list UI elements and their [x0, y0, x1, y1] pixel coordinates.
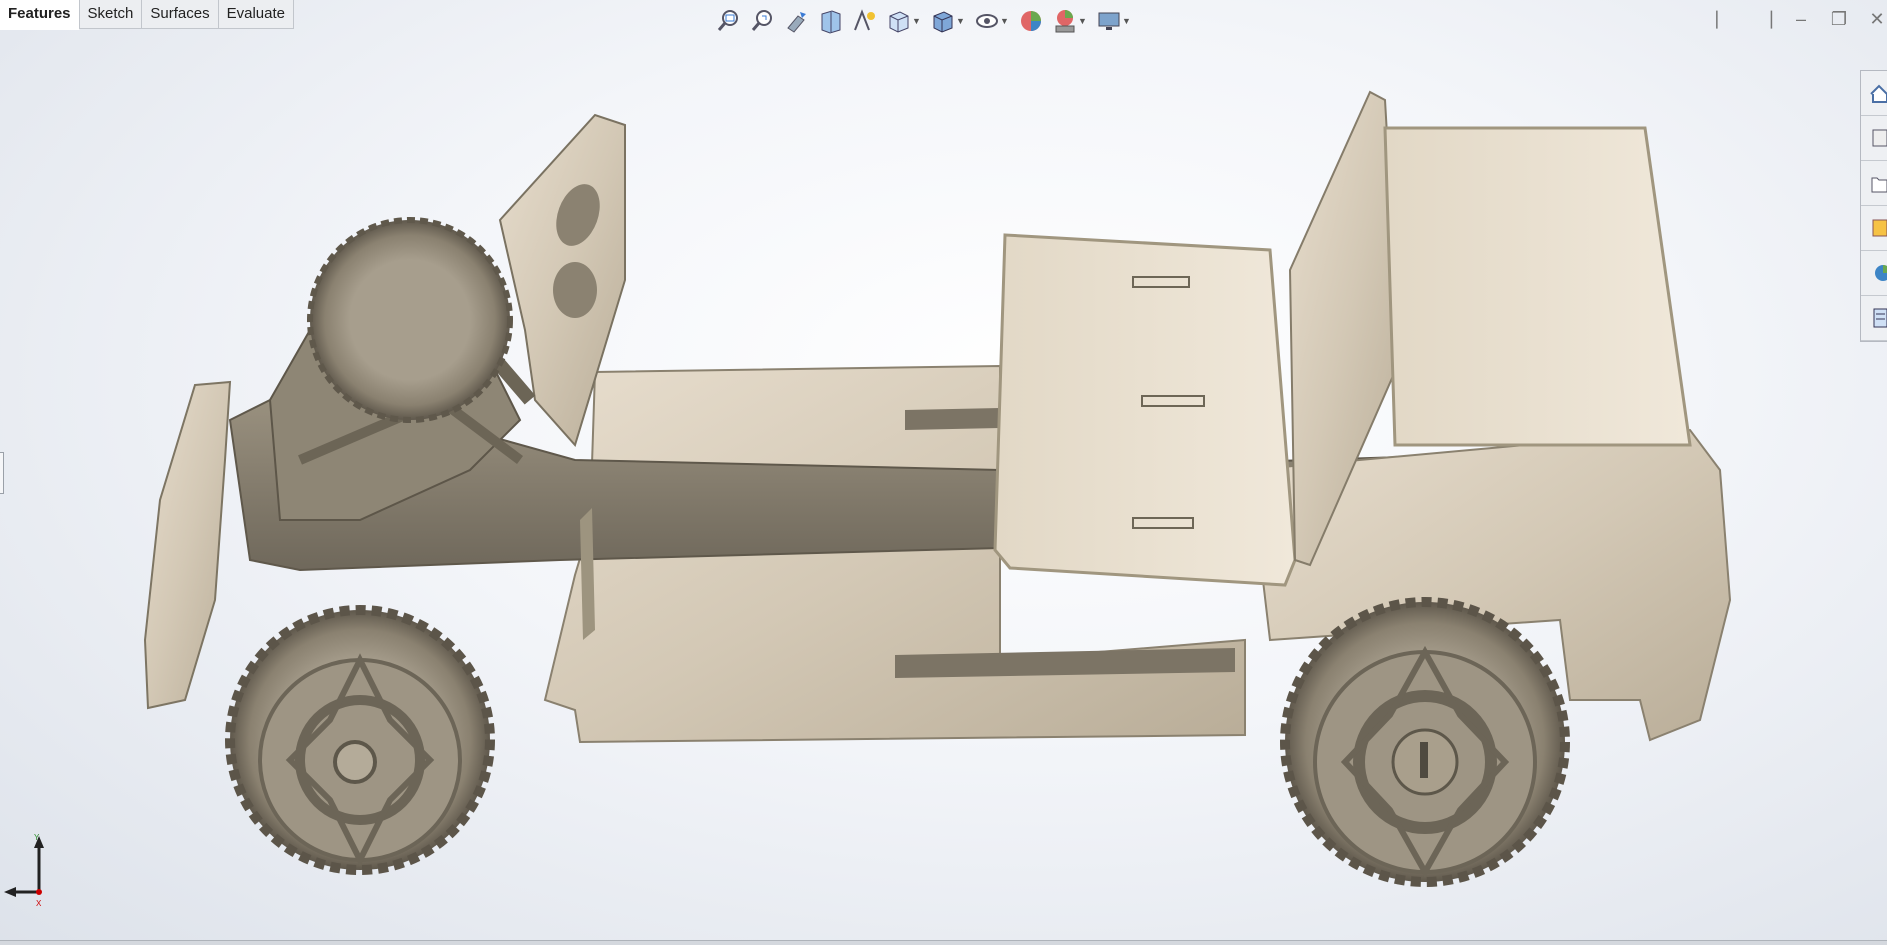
chevron-down-icon[interactable]: ▼ [1000, 16, 1010, 26]
close-icon[interactable]: ✕ [1867, 8, 1887, 30]
chevron-down-icon[interactable]: ▼ [1078, 16, 1088, 26]
view-orientation-icon[interactable] [882, 6, 916, 36]
dynamic-annotation-icon[interactable] [848, 6, 882, 36]
command-manager-tabs: Features Sketch Surfaces Evaluate [0, 0, 294, 30]
triad-x-label: X [36, 899, 42, 908]
restore-icon[interactable]: ❐ [1829, 8, 1849, 30]
chevron-down-icon[interactable]: ▼ [1122, 16, 1132, 26]
previous-view-icon[interactable] [780, 6, 814, 36]
section-view-icon[interactable] [814, 6, 848, 36]
view-settings-icon[interactable] [1092, 6, 1126, 36]
status-bar-edge [0, 940, 1887, 945]
hide-show-items-icon[interactable] [970, 6, 1004, 36]
rear-wheel [1280, 597, 1570, 887]
graphics-area[interactable] [0, 0, 1887, 945]
heads-up-view-toolbar: ▼ ▼ ▼ ▼ ▼ [712, 6, 1136, 36]
seat-base [993, 233, 1297, 587]
view-palette-icon[interactable] [1861, 206, 1887, 251]
file-explorer-icon[interactable] [1861, 161, 1887, 206]
split-right-icon[interactable]: ⎹ [1753, 8, 1773, 30]
display-style-icon[interactable] [926, 6, 960, 36]
tab-sketch[interactable]: Sketch [78, 0, 143, 29]
chevron-down-icon[interactable]: ▼ [912, 16, 922, 26]
front-bumper [143, 380, 232, 710]
split-left-icon[interactable]: ⎸ [1715, 8, 1735, 30]
feature-manager-flyout-handle[interactable] [0, 452, 4, 494]
chevron-down-icon[interactable]: ▼ [956, 16, 966, 26]
zoom-to-area-icon[interactable] [746, 6, 780, 36]
home-icon[interactable] [1861, 71, 1887, 116]
zoom-to-fit-icon[interactable] [712, 6, 746, 36]
custom-properties-icon[interactable] [1861, 296, 1887, 341]
edit-appearance-icon[interactable] [1014, 6, 1048, 36]
front-wheel-rear [307, 217, 513, 423]
viewport-window-controls: ⎸ ⎹ – ❐ ✕ [1715, 8, 1887, 30]
apply-scene-icon[interactable] [1048, 6, 1082, 36]
minimize-icon[interactable]: – [1791, 8, 1811, 30]
tab-evaluate[interactable]: Evaluate [217, 0, 294, 29]
tab-surfaces[interactable]: Surfaces [141, 0, 219, 29]
triad-y-label: Y [34, 833, 40, 842]
reference-triad: Y X [4, 833, 44, 908]
tab-features[interactable]: Features [0, 0, 80, 30]
appearances-icon[interactable] [1861, 251, 1887, 296]
front-wheel [225, 605, 495, 875]
design-library-icon[interactable] [1861, 116, 1887, 161]
task-pane-tabs [1860, 70, 1887, 342]
